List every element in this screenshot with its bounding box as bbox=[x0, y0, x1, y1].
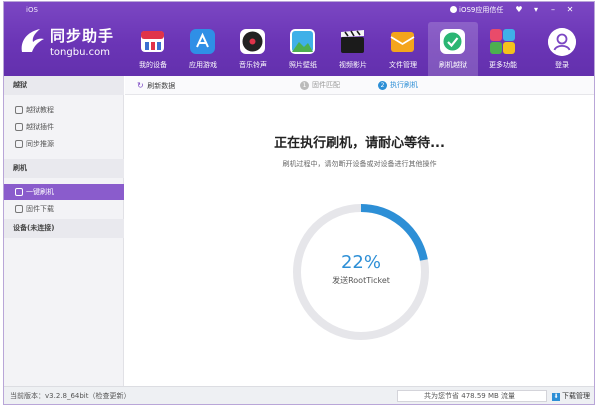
refresh-label: 刷新数据 bbox=[147, 82, 176, 90]
nav-label: 更多功能 bbox=[489, 61, 517, 69]
feedback-icon[interactable]: ♥ bbox=[512, 4, 526, 16]
step-label: 执行刷机 bbox=[390, 81, 418, 89]
nav-my-device[interactable]: 我的设备 bbox=[128, 22, 178, 76]
sidebar-item-label: 一键刷机 bbox=[26, 188, 54, 196]
document-icon bbox=[15, 106, 23, 114]
nav-apps-games[interactable]: 应用游戏 bbox=[178, 22, 228, 76]
os-label: iOS bbox=[26, 6, 38, 14]
close-button[interactable]: ✕ bbox=[563, 4, 577, 16]
shield-icon bbox=[450, 6, 457, 13]
nav-files[interactable]: 文件管理 bbox=[378, 22, 428, 76]
refresh-button[interactable]: ↻ 刷新数据 bbox=[137, 80, 175, 91]
nav-more[interactable]: 更多功能 bbox=[478, 22, 528, 76]
toolbar: ↻ 刷新数据 1 固件匹配 2 执行刷机 bbox=[125, 76, 594, 95]
feather-icon bbox=[15, 188, 23, 196]
video-icon bbox=[341, 30, 364, 53]
step-execute-flash: 2 执行刷机 bbox=[378, 80, 418, 91]
nav-label: 我的设备 bbox=[139, 61, 167, 69]
step-number: 2 bbox=[378, 81, 387, 90]
sidebar-item-label: 同步推源 bbox=[26, 140, 54, 148]
flash-heading: 正在执行刷机，请耐心等待... bbox=[274, 136, 445, 151]
main-nav: 我的设备 应用游戏 音乐铃声 照片壁纸 视频影片 文件管理 刷机越狱 更多功能 bbox=[128, 22, 528, 76]
nav-music[interactable]: 音乐铃声 bbox=[228, 22, 278, 76]
title-bar: iOS iOS9应用信任 ♥ ▾ – ✕ bbox=[4, 2, 594, 18]
photos-icon bbox=[290, 29, 315, 54]
saved-label: 共为您节省 bbox=[424, 392, 459, 400]
sidebar: 越狱 越狱教程 越狱插件 同步推源 刷机 一键刷机 固件下载 设备(未连接) bbox=[4, 76, 124, 386]
progress-status: 发送RootTicket bbox=[332, 276, 390, 285]
sidebar-item-firmware-download[interactable]: 固件下载 bbox=[4, 201, 124, 217]
app-logo: 同步助手 tongbu.com bbox=[16, 20, 126, 68]
plugin-icon bbox=[15, 123, 23, 131]
minimize-button[interactable]: – bbox=[546, 4, 560, 16]
nav-video[interactable]: 视频影片 bbox=[328, 22, 378, 76]
ios9-app-trust-button[interactable]: iOS9应用信任 bbox=[450, 5, 503, 15]
step-number: 1 bbox=[300, 81, 309, 90]
data-saved-box: 共为您节省 478.59 MB 流量 bbox=[397, 390, 547, 402]
nav-label: 照片壁纸 bbox=[289, 61, 317, 69]
logo-name-cn: 同步助手 bbox=[50, 27, 115, 45]
download-icon: ⬇ bbox=[552, 393, 560, 401]
sidebar-item-label: 固件下载 bbox=[26, 205, 54, 213]
progress-percent: 22% bbox=[340, 252, 381, 273]
sidebar-item-jailbreak-tutorial[interactable]: 越狱教程 bbox=[4, 102, 124, 118]
sidebar-section-flash: 刷机 bbox=[4, 159, 124, 178]
login-button[interactable]: 登录 bbox=[542, 26, 582, 72]
sidebar-section-jailbreak: 越狱 bbox=[4, 76, 124, 95]
sidebar-section-device: 设备(未连接) bbox=[4, 219, 124, 238]
more-icon bbox=[490, 29, 515, 54]
step-label: 固件匹配 bbox=[312, 81, 340, 89]
logo-name-en: tongbu.com bbox=[50, 47, 110, 58]
saved-value: 478.59 MB bbox=[461, 392, 499, 400]
nav-label: 刷机越狱 bbox=[439, 61, 467, 69]
nav-label: 文件管理 bbox=[389, 61, 417, 69]
refresh-icon: ↻ bbox=[137, 81, 144, 90]
version-info[interactable]: 当前版本：v3.2.8_64bit（检查更新） bbox=[10, 391, 131, 401]
step-firmware-match: 1 固件匹配 bbox=[300, 80, 340, 91]
download-label: 下载管理 bbox=[562, 392, 590, 400]
menu-dropdown-icon[interactable]: ▾ bbox=[529, 4, 543, 16]
nav-label: 音乐铃声 bbox=[239, 61, 267, 69]
login-label: 登录 bbox=[555, 61, 569, 69]
window-controls: ♥ ▾ – ✕ bbox=[512, 4, 577, 16]
files-icon bbox=[390, 32, 415, 52]
user-avatar-icon bbox=[548, 28, 576, 56]
apps-games-icon bbox=[190, 29, 215, 54]
sidebar-item-tongbu-source[interactable]: 同步推源 bbox=[4, 136, 124, 152]
trust-label: iOS9应用信任 bbox=[459, 6, 504, 14]
apple-icon bbox=[14, 5, 23, 15]
sidebar-item-jailbreak-plugins[interactable]: 越狱插件 bbox=[4, 119, 124, 135]
flash-jailbreak-icon bbox=[440, 29, 465, 54]
app-window: iOS iOS9应用信任 ♥ ▾ – ✕ 同步助手 tongbu.com 我的设… bbox=[3, 1, 595, 405]
sidebar-item-label: 越狱插件 bbox=[26, 123, 54, 131]
source-icon bbox=[15, 140, 23, 148]
nav-label: 视频影片 bbox=[339, 61, 367, 69]
nav-photos[interactable]: 照片壁纸 bbox=[278, 22, 328, 76]
status-bar: 当前版本：v3.2.8_64bit（检查更新） 共为您节省 478.59 MB … bbox=[4, 386, 594, 404]
music-icon bbox=[240, 29, 265, 54]
tongbu-logo-icon bbox=[21, 29, 44, 52]
firmware-icon bbox=[15, 205, 23, 213]
sidebar-item-label: 越狱教程 bbox=[26, 106, 54, 114]
nav-flash-jailbreak[interactable]: 刷机越狱 bbox=[428, 22, 478, 76]
header: iOS iOS9应用信任 ♥ ▾ – ✕ 同步助手 tongbu.com 我的设… bbox=[4, 2, 594, 76]
main-panel: ↻ 刷新数据 1 固件匹配 2 执行刷机 正在执行刷机，请耐心等待... 刷机过程中… bbox=[125, 76, 594, 386]
sidebar-item-one-click-flash[interactable]: 一键刷机 bbox=[4, 184, 124, 200]
flash-subtext: 刷机过程中，请勿断开设备或对设备进行其他操作 bbox=[282, 160, 437, 168]
my-device-icon bbox=[141, 31, 164, 52]
saved-unit: 流量 bbox=[501, 392, 516, 400]
download-manager-button[interactable]: ⬇ 下载管理 bbox=[552, 391, 590, 401]
nav-label: 应用游戏 bbox=[189, 61, 217, 69]
